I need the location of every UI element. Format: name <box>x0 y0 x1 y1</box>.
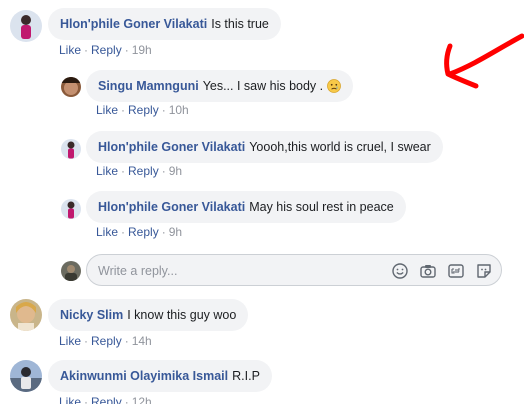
comment-text: Yes... I saw his body . <box>202 79 324 93</box>
like-link[interactable]: Like <box>96 164 118 178</box>
reply-placeholder: Write a reply... <box>98 264 178 278</box>
comment-actions: Like · Reply · 14h <box>59 334 152 348</box>
reply-link[interactable]: Reply <box>91 334 122 348</box>
commenter-name[interactable]: Nicky Slim <box>60 308 123 322</box>
comment-actions: Like · Reply · 19h <box>59 43 152 57</box>
like-link[interactable]: Like <box>96 225 118 239</box>
avatar[interactable] <box>10 10 42 42</box>
comment-bubble: Hlon'phile Goner Vilakati Is this true <box>48 8 281 40</box>
timestamp[interactable]: 19h <box>132 43 152 57</box>
comment-bubble: Hlon'phile Goner Vilakati Yoooh,this wor… <box>86 131 443 163</box>
commenter-name[interactable]: Akinwunmi Olayimika Ismail <box>60 369 228 383</box>
reply-link[interactable]: Reply <box>91 395 122 404</box>
like-link[interactable]: Like <box>59 334 81 348</box>
avatar[interactable] <box>61 77 81 97</box>
comment-bubble: Nicky Slim I know this guy woo <box>48 299 249 331</box>
commenter-name[interactable]: Hlon'phile Goner Vilakati <box>98 200 245 214</box>
avatar[interactable] <box>61 199 81 219</box>
timestamp[interactable]: 12h <box>132 395 152 404</box>
comment-text: R.I.P <box>232 369 260 383</box>
comment-text: May his soul rest in peace <box>249 200 394 214</box>
reply-link[interactable]: Reply <box>128 225 159 239</box>
like-link[interactable]: Like <box>59 43 81 57</box>
comment-actions: Like · Reply · 10h <box>96 103 189 117</box>
comment-text: I know this guy woo <box>127 308 237 322</box>
reply-link[interactable]: Reply <box>128 164 159 178</box>
avatar[interactable] <box>10 299 42 331</box>
crying-face-emoji <box>327 79 342 93</box>
comment-text: Is this true <box>211 17 269 31</box>
comment-bubble: Hlon'phile Goner Vilakati May his soul r… <box>86 191 406 223</box>
comment-text: Yoooh,this world is cruel, I swear <box>249 140 431 154</box>
timestamp[interactable]: 9h <box>169 225 182 239</box>
annotation-arrow <box>444 33 524 89</box>
sticker-icon[interactable] <box>475 262 493 280</box>
comment-actions: Like · Reply · 9h <box>96 164 183 178</box>
gif-icon[interactable] <box>447 262 465 280</box>
timestamp[interactable]: 10h <box>169 103 189 117</box>
timestamp[interactable]: 14h <box>132 334 152 348</box>
reply-link[interactable]: Reply <box>128 103 159 117</box>
reply-input[interactable]: Write a reply... <box>86 254 502 286</box>
avatar[interactable] <box>61 139 81 159</box>
camera-icon[interactable] <box>419 262 437 280</box>
commenter-name[interactable]: Singu Mamnguni <box>98 79 199 93</box>
commenter-name[interactable]: Hlon'phile Goner Vilakati <box>98 140 245 154</box>
current-user-avatar <box>61 261 81 281</box>
comment-actions: Like · Reply · 9h <box>96 225 183 239</box>
like-link[interactable]: Like <box>96 103 118 117</box>
avatar[interactable] <box>10 360 42 392</box>
comment-actions: Like · Reply · 12h <box>59 395 152 404</box>
timestamp[interactable]: 9h <box>169 164 182 178</box>
comment-bubble: Singu Mamnguni Yes... I saw his body . <box>86 70 354 102</box>
reply-link[interactable]: Reply <box>91 43 122 57</box>
commenter-name[interactable]: Hlon'phile Goner Vilakati <box>60 17 207 31</box>
like-link[interactable]: Like <box>59 395 81 404</box>
comment-bubble: Akinwunmi Olayimika Ismail R.I.P <box>48 360 272 392</box>
emoji-icon[interactable] <box>391 262 409 280</box>
